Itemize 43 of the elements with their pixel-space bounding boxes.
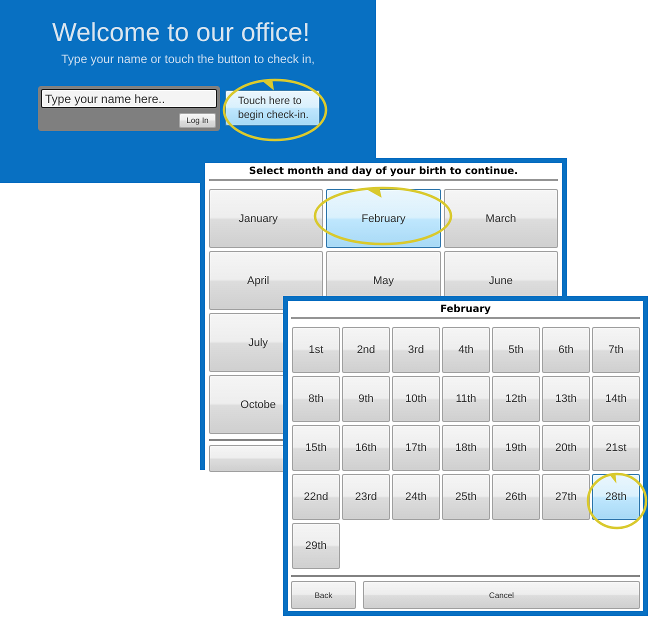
day-button[interactable]: 6th — [542, 327, 590, 373]
day-button[interactable]: 20th — [542, 425, 590, 471]
day-button[interactable]: 16th — [342, 425, 390, 471]
day-button[interactable]: 14th — [592, 376, 640, 422]
month-button[interactable]: April — [209, 251, 324, 310]
day-button[interactable]: 13th — [542, 376, 590, 422]
dialog-title: February — [291, 304, 640, 319]
name-field[interactable]: Type your name here.. — [41, 89, 217, 108]
month-button[interactable]: February — [326, 189, 441, 248]
day-button[interactable]: 10th — [392, 376, 440, 422]
welcome-subtitle: Type your name or touch the button to check in, — [61, 52, 315, 66]
month-button[interactable]: January — [209, 189, 324, 248]
day-button[interactable]: 25th — [442, 474, 490, 520]
day-button[interactable]: 24th — [392, 474, 440, 520]
dialog-title: Select month and day of your birth to continue. — [209, 166, 558, 181]
day-button[interactable]: 23rd — [342, 474, 390, 520]
day-button[interactable]: 9th — [342, 376, 390, 422]
day-button[interactable]: 3rd — [392, 327, 440, 373]
month-button[interactable]: March — [444, 189, 558, 248]
login-button[interactable]: Log In — [179, 113, 216, 128]
day-button[interactable]: 5th — [492, 327, 540, 373]
highlight-ring-drawing — [586, 472, 648, 530]
day-button[interactable]: 21st — [592, 425, 640, 471]
day-button[interactable]: 15th — [292, 425, 340, 471]
day-button[interactable]: 17th — [392, 425, 440, 471]
day-button[interactable]: 8th — [292, 376, 340, 422]
day-button[interactable]: 1st — [292, 327, 340, 373]
cancel-button[interactable]: Cancel — [363, 581, 640, 609]
day-button[interactable]: 11th — [442, 376, 490, 422]
day-button[interactable]: 2nd — [342, 327, 390, 373]
day-button[interactable]: 7th — [592, 327, 640, 373]
day-button[interactable]: 28th — [592, 474, 640, 520]
checkin-button[interactable]: Touch here to begin check-in. — [225, 90, 320, 126]
day-button[interactable]: 18th — [442, 425, 490, 471]
day-button[interactable]: 27th — [542, 474, 590, 520]
day-button[interactable]: 26th — [492, 474, 540, 520]
back-button[interactable]: Back — [291, 581, 356, 609]
day-button[interactable]: 19th — [492, 425, 540, 471]
day-button[interactable]: 22nd — [292, 474, 340, 520]
day-button[interactable]: 29th — [292, 523, 340, 569]
day-button[interactable]: 4th — [442, 327, 490, 373]
welcome-title: Welcome to our office! — [52, 17, 310, 48]
day-button[interactable]: 12th — [492, 376, 540, 422]
